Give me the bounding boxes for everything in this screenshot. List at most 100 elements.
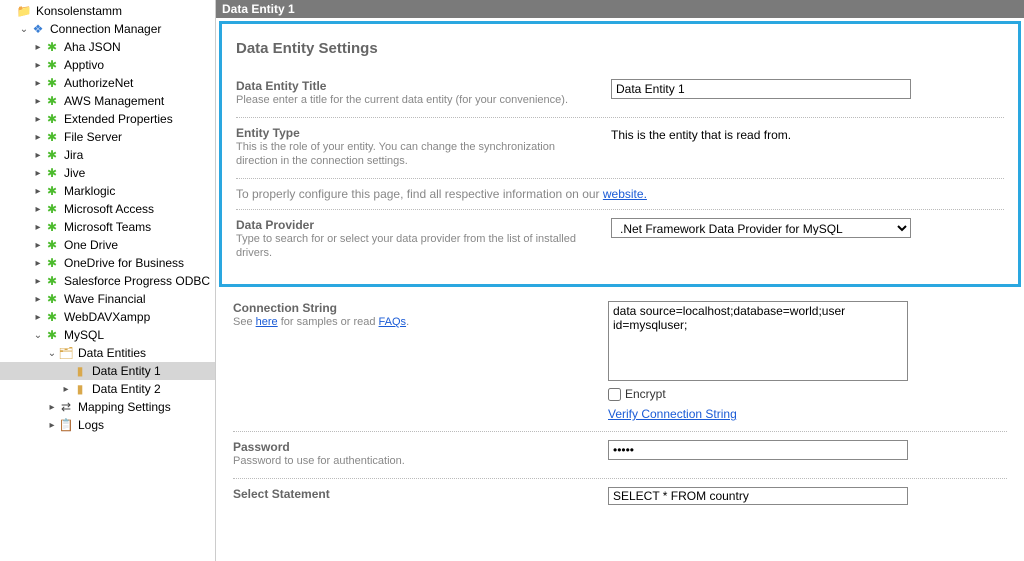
chevron-right-icon[interactable]: ▸ bbox=[32, 258, 44, 269]
settings-highlight-box: Data Entity Settings Data Entity Title P… bbox=[219, 21, 1021, 287]
chevron-right-icon[interactable]: ▸ bbox=[32, 132, 44, 143]
connection-icon: ✱ bbox=[44, 112, 60, 126]
tree-data-entities-folder[interactable]: ⌄ 🗂 Data Entities bbox=[0, 344, 215, 362]
tree-label: Jive bbox=[62, 166, 87, 180]
conn-string-desc: See here for samples or read FAQs. bbox=[233, 315, 588, 329]
tree-connection-item[interactable]: ▸✱Microsoft Access bbox=[0, 200, 215, 218]
here-link[interactable]: here bbox=[256, 316, 278, 328]
chevron-right-icon[interactable]: ▸ bbox=[60, 384, 72, 395]
connection-icon: ✱ bbox=[44, 148, 60, 162]
row-entity-title: Data Entity Title Please enter a title f… bbox=[236, 71, 1004, 118]
data-provider-desc: Type to search for or select your data p… bbox=[236, 232, 591, 260]
tree-label: Logs bbox=[76, 418, 106, 432]
chevron-down-icon[interactable]: ⌄ bbox=[18, 24, 30, 35]
tree-data-entity-1[interactable]: ▸ ▮ Data Entity 1 bbox=[0, 362, 215, 380]
chevron-down-icon[interactable]: ⌄ bbox=[46, 348, 58, 359]
tree-connection-item[interactable]: ▸✱Microsoft Teams bbox=[0, 218, 215, 236]
mapping-icon: ⇄ bbox=[58, 400, 74, 414]
chevron-right-icon[interactable]: ▸ bbox=[32, 168, 44, 179]
tree-label-connmgr: Connection Manager bbox=[48, 22, 163, 36]
entity-title-input[interactable] bbox=[611, 79, 911, 99]
row-select-statement: Select Statement bbox=[233, 479, 1007, 505]
tree-connection-manager[interactable]: ⌄ ❖ Connection Manager bbox=[0, 20, 215, 38]
tree-connection-item[interactable]: ▸✱AWS Management bbox=[0, 92, 215, 110]
tree-label: Microsoft Teams bbox=[62, 220, 153, 234]
row-entity-type: Entity Type This is the role of your ent… bbox=[236, 118, 1004, 179]
chevron-right-icon[interactable]: ▸ bbox=[32, 150, 44, 161]
row-data-provider: Data Provider Type to search for or sele… bbox=[236, 210, 1004, 270]
connection-icon: ✱ bbox=[44, 256, 60, 270]
tree-connection-item[interactable]: ⌄✱MySQL bbox=[0, 326, 215, 344]
conn-string-textarea[interactable]: data source=localhost;database=world;use… bbox=[608, 301, 908, 381]
tree-label: Data Entity 2 bbox=[90, 382, 163, 396]
tree-root[interactable]: ▸ 📁 Konsolenstamm bbox=[0, 2, 215, 20]
entity-type-desc: This is the role of your entity. You can… bbox=[236, 140, 591, 168]
connection-icon: ✱ bbox=[44, 274, 60, 288]
connection-icon: ✱ bbox=[44, 310, 60, 324]
tree-label: Extended Properties bbox=[62, 112, 175, 126]
encrypt-checkbox[interactable] bbox=[608, 388, 621, 401]
data-provider-select[interactable]: .Net Framework Data Provider for MySQL bbox=[611, 218, 911, 238]
tree-label: Wave Financial bbox=[62, 292, 148, 306]
tree-connection-item[interactable]: ▸✱Apptivo bbox=[0, 56, 215, 74]
chevron-right-icon[interactable]: ▸ bbox=[32, 96, 44, 107]
verify-connection-link[interactable]: Verify Connection String bbox=[608, 407, 1007, 421]
tree-label: Mapping Settings bbox=[76, 400, 173, 414]
password-input[interactable] bbox=[608, 440, 908, 460]
tree-label-root: Konsolenstamm bbox=[34, 4, 124, 18]
tree-label: Apptivo bbox=[62, 58, 106, 72]
connection-icon: ✱ bbox=[44, 40, 60, 54]
chevron-right-icon[interactable]: ▸ bbox=[32, 276, 44, 287]
tree-connection-item[interactable]: ▸✱Jive bbox=[0, 164, 215, 182]
chevron-right-icon[interactable]: ▸ bbox=[32, 240, 44, 251]
chevron-right-icon[interactable]: ▸ bbox=[32, 42, 44, 53]
tree-label: Salesforce Progress ODBC bbox=[62, 274, 212, 288]
tree-connection-item[interactable]: ▸✱Wave Financial bbox=[0, 290, 215, 308]
chevron-right-icon[interactable]: ▸ bbox=[46, 420, 58, 431]
tree-connection-item[interactable]: ▸✱One Drive bbox=[0, 236, 215, 254]
tree-connection-item[interactable]: ▸✱Salesforce Progress ODBC bbox=[0, 272, 215, 290]
tree-label: Aha JSON bbox=[62, 40, 123, 54]
entity-icon: ▮ bbox=[72, 382, 88, 396]
entity-title-desc: Please enter a title for the current dat… bbox=[236, 93, 591, 107]
entity-icon: ▮ bbox=[72, 364, 88, 378]
tree-label: One Drive bbox=[62, 238, 120, 252]
tree-data-entity-2[interactable]: ▸ ▮ Data Entity 2 bbox=[0, 380, 215, 398]
chevron-right-icon[interactable]: ▸ bbox=[32, 204, 44, 215]
info-line: To properly configure this page, find al… bbox=[236, 179, 1004, 210]
chevron-right-icon[interactable]: ▸ bbox=[32, 312, 44, 323]
chevron-right-icon[interactable]: ▸ bbox=[32, 186, 44, 197]
tree-logs[interactable]: ▸ 📋 Logs bbox=[0, 416, 215, 434]
faqs-link[interactable]: FAQs bbox=[379, 316, 407, 328]
chevron-right-icon[interactable]: ▸ bbox=[32, 78, 44, 89]
chevron-right-icon[interactable]: ▸ bbox=[32, 294, 44, 305]
tree-label: Data Entities bbox=[76, 346, 148, 360]
tree-connection-item[interactable]: ▸✱Jira bbox=[0, 146, 215, 164]
connection-icon: ✱ bbox=[44, 166, 60, 180]
tree-label: File Server bbox=[62, 130, 124, 144]
tree-connection-item[interactable]: ▸✱WebDAVXampp bbox=[0, 308, 215, 326]
tree-connection-item[interactable]: ▸✱Aha JSON bbox=[0, 38, 215, 56]
tree-connection-item[interactable]: ▸✱AuthorizeNet bbox=[0, 74, 215, 92]
tree-connection-item[interactable]: ▸✱Extended Properties bbox=[0, 110, 215, 128]
website-link[interactable]: website. bbox=[603, 187, 647, 201]
row-connection-string: Connection String See here for samples o… bbox=[233, 293, 1007, 432]
chevron-right-icon[interactable]: ▸ bbox=[46, 402, 58, 413]
connection-icon: ✱ bbox=[44, 202, 60, 216]
chevron-down-icon[interactable]: ⌄ bbox=[32, 330, 44, 341]
encrypt-checkbox-row[interactable]: Encrypt bbox=[608, 387, 1007, 401]
tree-connection-item[interactable]: ▸✱OneDrive for Business bbox=[0, 254, 215, 272]
chevron-right-icon[interactable]: ▸ bbox=[32, 222, 44, 233]
tree-connection-item[interactable]: ▸✱File Server bbox=[0, 128, 215, 146]
sidebar-tree: ▸ 📁 Konsolenstamm ⌄ ❖ Connection Manager… bbox=[0, 0, 216, 561]
tree-mapping-settings[interactable]: ▸ ⇄ Mapping Settings bbox=[0, 398, 215, 416]
connection-icon: ✱ bbox=[44, 58, 60, 72]
chevron-right-icon[interactable]: ▸ bbox=[32, 60, 44, 71]
tree-label: Marklogic bbox=[62, 184, 117, 198]
password-label: Password bbox=[233, 440, 588, 454]
connection-icon: ✱ bbox=[44, 328, 60, 342]
connection-icon: ✱ bbox=[44, 184, 60, 198]
select-stmt-input[interactable] bbox=[608, 487, 908, 505]
tree-connection-item[interactable]: ▸✱Marklogic bbox=[0, 182, 215, 200]
chevron-right-icon[interactable]: ▸ bbox=[32, 114, 44, 125]
